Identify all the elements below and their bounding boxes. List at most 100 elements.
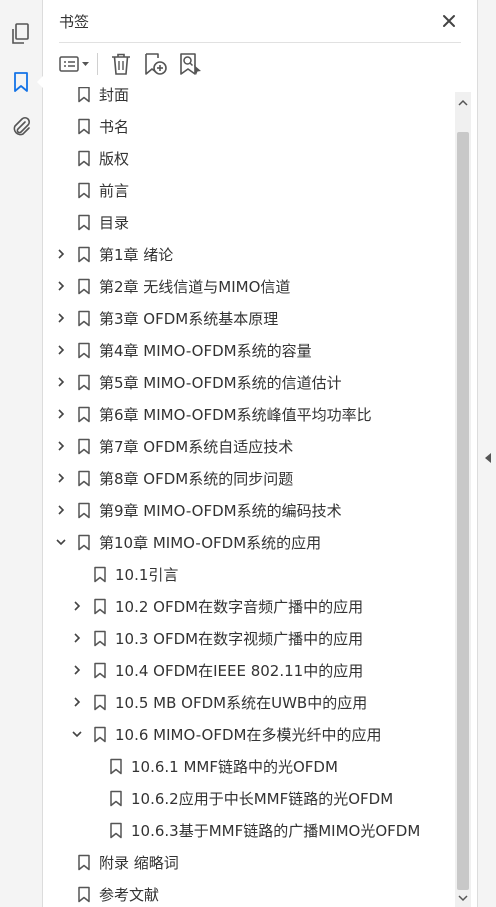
bookmark-item[interactable]: 第7章 OFDM系统自适应技术 xyxy=(43,430,455,462)
bookmark-item[interactable]: 10.4 OFDM在IEEE 802.11中的应用 xyxy=(43,654,455,686)
expand-toggle[interactable] xyxy=(69,598,85,614)
collapse-toggle[interactable] xyxy=(53,534,69,550)
bookmarks-panel-button[interactable] xyxy=(5,66,43,98)
bookmark-scrollbar[interactable] xyxy=(455,92,471,907)
expand-toggle[interactable] xyxy=(53,246,69,262)
triangle-left-icon xyxy=(485,453,491,463)
expand-toggle[interactable] xyxy=(53,470,69,486)
expand-toggle[interactable] xyxy=(53,374,69,390)
bookmark-item[interactable]: 前言 xyxy=(43,174,455,206)
expand-toggle[interactable] xyxy=(69,662,85,678)
expand-toggle[interactable] xyxy=(69,630,85,646)
bookmark-icon xyxy=(78,854,90,871)
delete-bookmark-button[interactable] xyxy=(107,49,135,79)
bookmark-icon xyxy=(78,118,90,135)
chevron-right-icon xyxy=(58,409,65,419)
chevron-right-icon xyxy=(74,697,81,707)
scroll-up-button[interactable] xyxy=(455,92,471,114)
chevron-right-icon xyxy=(74,665,81,675)
header-divider xyxy=(59,42,461,43)
bookmark-label: 前言 xyxy=(99,182,130,200)
chevron-right-icon xyxy=(58,505,65,515)
close-icon xyxy=(443,15,455,27)
bookmark-item[interactable]: 10.6.3基于MMF链路的广播MIMO光OFDM xyxy=(43,814,455,846)
bookmark-label: 版权 xyxy=(99,150,130,168)
bookmark-item[interactable]: 版权 xyxy=(43,142,455,174)
bookmark-item[interactable]: 第2章 无线信道与MIMO信道 xyxy=(43,270,455,302)
expand-toggle[interactable] xyxy=(53,502,69,518)
collapse-panel-button[interactable] xyxy=(482,448,494,468)
bookmark-item[interactable]: 10.3 OFDM在数字视频广播中的应用 xyxy=(43,622,455,654)
scroll-thumb[interactable] xyxy=(457,132,469,890)
close-panel-button[interactable] xyxy=(437,9,461,33)
bookmark-icon xyxy=(94,598,106,615)
attachments-button[interactable] xyxy=(5,111,37,143)
chevron-right-icon xyxy=(58,473,65,483)
bookmark-item[interactable]: 第4章 MIMO-OFDM系统的容量 xyxy=(43,334,455,366)
bookmark-item[interactable]: 10.6.1 MMF链路中的光OFDM xyxy=(43,750,455,782)
bookmark-icon xyxy=(78,438,90,455)
bookmark-icon xyxy=(78,150,90,167)
bookmark-item[interactable]: 书名 xyxy=(43,110,455,142)
chevron-right-icon xyxy=(58,281,65,291)
expand-toggle[interactable] xyxy=(53,342,69,358)
bookmark-item[interactable]: 第1章 绪论 xyxy=(43,238,455,270)
expand-toggle[interactable] xyxy=(53,406,69,422)
bookmark-label: 第8章 OFDM系统的同步问题 xyxy=(99,470,294,488)
bookmark-icon xyxy=(78,886,90,903)
expand-toggle[interactable] xyxy=(53,438,69,454)
bookmark-icon xyxy=(78,502,90,519)
delete-icon xyxy=(112,53,130,75)
bookmark-icon xyxy=(78,342,90,359)
bookmark-item[interactable]: 目录 xyxy=(43,206,455,238)
bookmark-item[interactable]: 封面 xyxy=(43,87,455,110)
bookmark-icon xyxy=(94,566,106,583)
bookmark-icon xyxy=(110,822,122,839)
bookmark-icon xyxy=(78,214,90,231)
bookmark-item[interactable]: 第3章 OFDM系统基本原理 xyxy=(43,302,455,334)
chevron-right-icon xyxy=(74,601,81,611)
new-bookmark-button[interactable] xyxy=(141,49,169,79)
bookmark-icon xyxy=(78,406,90,423)
chevron-up-icon xyxy=(458,99,468,106)
bookmark-item[interactable]: 10.1引言 xyxy=(43,558,455,590)
bookmark-label: 第1章 绪论 xyxy=(99,246,174,264)
scroll-down-button[interactable] xyxy=(455,889,471,907)
bookmark-label: 10.6.1 MMF链路中的光OFDM xyxy=(131,758,338,776)
bookmark-item[interactable]: 附录 缩略词 xyxy=(43,846,455,878)
chevron-down-icon xyxy=(458,895,468,902)
bookmark-item[interactable]: 10.6.2应用于中长MMF链路的光OFDM xyxy=(43,782,455,814)
bookmark-label: 第9章 MIMO-OFDM系统的编码技术 xyxy=(99,502,342,520)
bookmark-item[interactable]: 10.6 MIMO-OFDM在多模光纤中的应用 xyxy=(43,718,455,750)
bookmark-item[interactable]: 10.2 OFDM在数字音频广播中的应用 xyxy=(43,590,455,622)
bookmark-item[interactable]: 10.5 MB OFDM系统在UWB中的应用 xyxy=(43,686,455,718)
collapse-toggle[interactable] xyxy=(69,726,85,742)
expand-toggle[interactable] xyxy=(69,694,85,710)
chevron-right-icon xyxy=(58,313,65,323)
options-menu-button[interactable] xyxy=(57,49,93,79)
bookmark-label: 10.6.2应用于中长MMF链路的光OFDM xyxy=(131,790,394,808)
expand-toggle[interactable] xyxy=(53,310,69,326)
bookmark-item[interactable]: 第5章 MIMO-OFDM系统的信道估计 xyxy=(43,366,455,398)
bookmark-item[interactable]: 参考文献 xyxy=(43,878,455,907)
find-current-bookmark-button[interactable] xyxy=(176,49,204,79)
bookmark-label: 第10章 MIMO-OFDM系统的应用 xyxy=(99,534,322,552)
chevron-down-icon xyxy=(72,731,82,738)
bookmark-item[interactable]: 第9章 MIMO-OFDM系统的编码技术 xyxy=(43,494,455,526)
bookmark-item[interactable]: 第6章 MIMO-OFDM系统峰值平均功率比 xyxy=(43,398,455,430)
chevron-right-icon xyxy=(58,249,65,259)
bookmark-item[interactable]: 第8章 OFDM系统的同步问题 xyxy=(43,462,455,494)
bookmark-label: 10.1引言 xyxy=(115,566,179,584)
page-thumbnails-button[interactable] xyxy=(5,18,37,50)
bookmark-icon xyxy=(94,726,106,743)
bookmark-item[interactable]: 第10章 MIMO-OFDM系统的应用 xyxy=(43,526,455,558)
bookmark-icon xyxy=(78,310,90,327)
bookmark-icon xyxy=(78,374,90,391)
bookmark-label: 10.6.3基于MMF链路的广播MIMO光OFDM xyxy=(131,822,421,840)
bookmark-label: 第2章 无线信道与MIMO信道 xyxy=(99,278,291,296)
bookmark-label: 附录 缩略词 xyxy=(99,854,179,872)
bookmark-icon xyxy=(78,87,90,103)
bookmark-label: 第6章 MIMO-OFDM系统峰值平均功率比 xyxy=(99,406,372,424)
bookmark-icon xyxy=(14,72,28,92)
expand-toggle[interactable] xyxy=(53,278,69,294)
